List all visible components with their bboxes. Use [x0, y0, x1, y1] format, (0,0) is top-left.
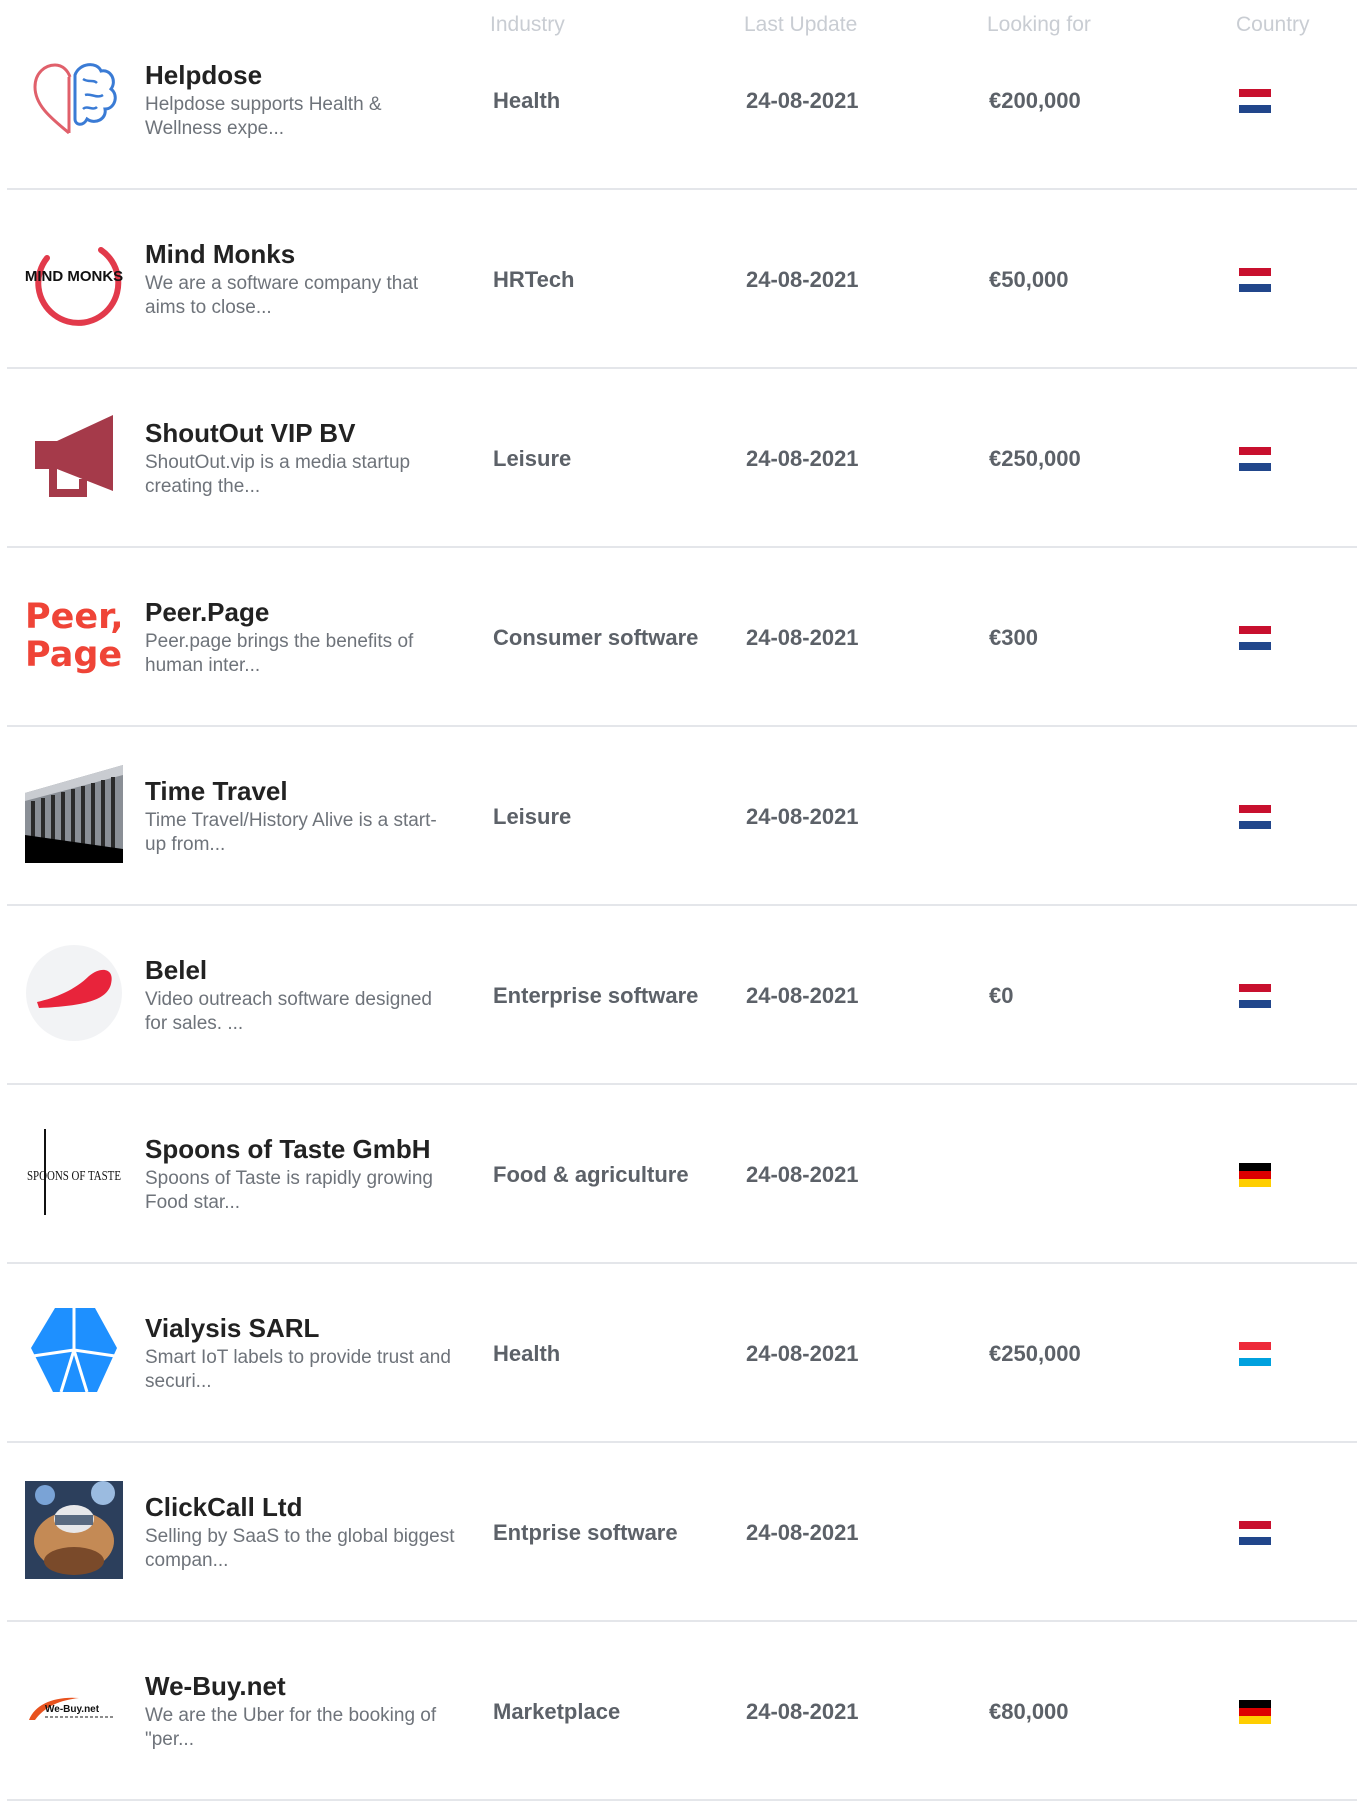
industry-value: Leisure	[493, 446, 572, 471]
industry-value: Health	[493, 1341, 561, 1366]
country-flag-icon	[1239, 89, 1271, 113]
country-flag-icon	[1239, 1342, 1271, 1366]
last-update-value: 24-08-2021	[746, 1520, 859, 1545]
last-update-value: 24-08-2021	[746, 1341, 859, 1366]
company-name[interactable]: Belel	[145, 955, 207, 986]
country-flag-icon	[1239, 268, 1271, 292]
table-row[interactable]: ClickCall Ltd Selling by SaaS to the glo…	[7, 1441, 1357, 1622]
company-name[interactable]: Vialysis SARL	[145, 1313, 319, 1344]
looking-for-value: €0	[989, 983, 1014, 1008]
company-description: ShoutOut.vip is a media startup creating…	[145, 452, 411, 497]
table-row[interactable]: We-Buy.net We-Buy.net We are the Uber fo…	[7, 1620, 1357, 1801]
svg-text:Page: Page	[25, 635, 122, 675]
clickcall-photo-logo	[25, 1481, 123, 1579]
country-flag-icon	[1239, 1521, 1271, 1545]
looking-for-value: €50,000	[989, 267, 1069, 292]
company-name[interactable]: ShoutOut VIP BV	[145, 418, 355, 449]
svg-text:Peer,: Peer,	[25, 597, 123, 637]
table-row[interactable]: MIND MONKS Mind Monks We are a software …	[7, 188, 1357, 369]
last-update-value: 24-08-2021	[746, 267, 859, 292]
table-row[interactable]: Vialysis SARL Smart IoT labels to provid…	[7, 1262, 1357, 1443]
table-row[interactable]: Peer, Page Peer.Page Peer.page brings th…	[7, 546, 1357, 727]
company-description: Time Travel/History Alive is a start-up …	[145, 810, 437, 855]
heart-brain-logo	[25, 49, 123, 147]
company-description: We are a software company that aims to c…	[145, 273, 419, 318]
company-description: Smart IoT labels to provide trust and se…	[145, 1347, 451, 1392]
looking-for-value: €250,000	[989, 1341, 1081, 1366]
last-update-value: 24-08-2021	[746, 446, 859, 471]
looking-for-value: €300	[989, 625, 1038, 650]
table-row[interactable]: ShoutOut VIP BV ShoutOut.vip is a media …	[7, 367, 1357, 548]
company-name[interactable]: ClickCall Ltd	[145, 1492, 302, 1523]
mind-monks-logo: MIND MONKS	[25, 228, 123, 326]
country-flag-icon	[1239, 805, 1271, 829]
industry-value: Marketplace	[493, 1699, 621, 1724]
company-description: Helpdose supports Health & Wellness expe…	[145, 94, 382, 139]
svg-text:SPOONS OF TASTE: SPOONS OF TASTE	[27, 1169, 121, 1184]
company-description: Peer.page brings the benefits of human i…	[145, 631, 414, 676]
last-update-value: 24-08-2021	[746, 1699, 859, 1724]
peer-page-logo: Peer, Page	[25, 586, 123, 684]
we-buy-logo: We-Buy.net	[25, 1660, 123, 1758]
company-description: Selling by SaaS to the global biggest co…	[145, 1526, 455, 1571]
colonnade-photo-logo	[25, 765, 123, 863]
company-name[interactable]: Helpdose	[145, 60, 262, 91]
company-name[interactable]: Spoons of Taste GmbH	[145, 1134, 431, 1165]
last-update-value: 24-08-2021	[746, 625, 859, 650]
last-update-value: 24-08-2021	[746, 88, 859, 113]
company-name[interactable]: We-Buy.net	[145, 1671, 286, 1702]
company-name[interactable]: Time Travel	[145, 776, 288, 807]
country-flag-icon	[1239, 447, 1271, 471]
industry-value: Food & agriculture	[493, 1162, 689, 1187]
company-description: We are the Uber for the booking of "per.…	[145, 1705, 437, 1750]
industry-value: Health	[493, 88, 561, 113]
table-row[interactable]: Belel Video outreach software designed f…	[7, 904, 1357, 1085]
svg-text:MIND MONKS: MIND MONKS	[25, 268, 123, 285]
industry-value: Enterprise software	[493, 983, 699, 1008]
industry-value: Entprise software	[493, 1520, 678, 1545]
country-flag-icon	[1239, 1700, 1271, 1724]
country-flag-icon	[1239, 1163, 1271, 1187]
looking-for-value: €250,000	[989, 446, 1081, 471]
country-flag-icon	[1239, 984, 1271, 1008]
table-row[interactable]: Time Travel Time Travel/History Alive is…	[7, 725, 1357, 906]
svg-text:We-Buy.net: We-Buy.net	[45, 1704, 100, 1715]
spoons-of-taste-logo: SPOONS OF TASTE	[25, 1123, 123, 1221]
blue-hexagon-logo	[25, 1302, 123, 1400]
last-update-value: 24-08-2021	[746, 804, 859, 829]
megaphone-logo	[25, 407, 123, 505]
company-name[interactable]: Peer.Page	[145, 597, 269, 628]
company-description: Spoons of Taste is rapidly growing Food …	[145, 1168, 433, 1213]
table-row[interactable]: SPOONS OF TASTE Spoons of Taste GmbH Spo…	[7, 1083, 1357, 1264]
industry-value: Leisure	[493, 804, 572, 829]
last-update-value: 24-08-2021	[746, 983, 859, 1008]
industry-value: Consumer software	[493, 625, 699, 650]
looking-for-value: €200,000	[989, 88, 1081, 113]
industry-value: HRTech	[493, 267, 575, 292]
looking-for-value: €80,000	[989, 1699, 1069, 1724]
country-flag-icon	[1239, 626, 1271, 650]
company-description: Video outreach software designed for sal…	[145, 989, 432, 1034]
table-row[interactable]: Helpdose Helpdose supports Health & Well…	[7, 9, 1357, 190]
red-swoosh-logo	[25, 944, 123, 1042]
company-name[interactable]: Mind Monks	[145, 239, 295, 270]
last-update-value: 24-08-2021	[746, 1162, 859, 1187]
